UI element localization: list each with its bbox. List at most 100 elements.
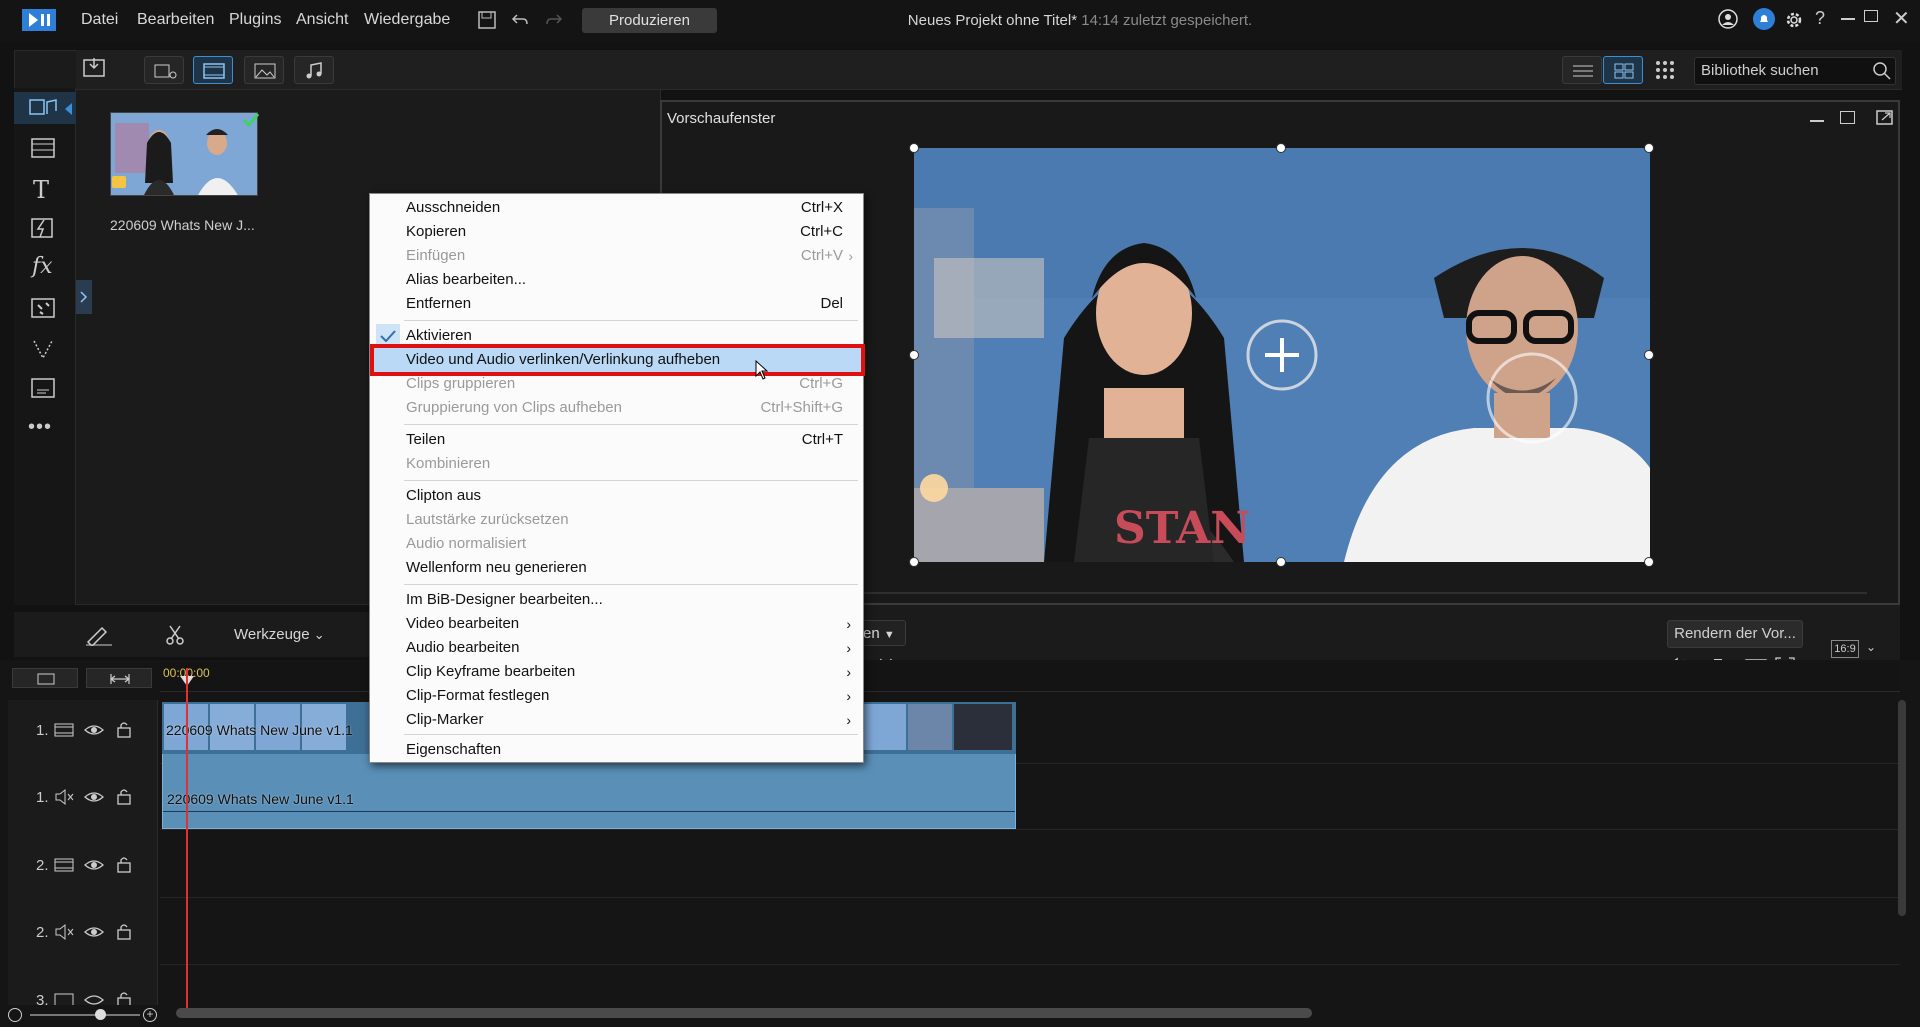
- menu-item-edit-video[interactable]: Video bearbeiten ›: [370, 612, 863, 636]
- fit-timeline-button[interactable]: [86, 668, 152, 688]
- transition-room-icon[interactable]: [28, 216, 58, 242]
- produce-button[interactable]: Produzieren: [582, 8, 717, 33]
- menu-item-combine[interactable]: Kombinieren: [370, 452, 863, 476]
- settings-gear-icon[interactable]: [1784, 10, 1804, 30]
- more-rooms-icon[interactable]: •••: [28, 416, 58, 442]
- zoom-slider-thumb[interactable]: [95, 1009, 106, 1020]
- resize-handle-bottom[interactable]: [1276, 557, 1286, 567]
- quality-dropdown[interactable]: en ▼: [858, 620, 906, 646]
- playhead-line[interactable]: [186, 668, 188, 1008]
- menu-item-regenerate-waveform[interactable]: Wellenform neu generieren: [370, 556, 863, 580]
- resize-handle-top[interactable]: [1276, 143, 1286, 153]
- track-lane[interactable]: [160, 832, 1900, 898]
- menu-wiedergabe[interactable]: Wiedergabe: [364, 11, 450, 29]
- filter-all-media-button[interactable]: [144, 56, 184, 84]
- redo-icon[interactable]: [545, 12, 563, 28]
- particle-room-icon[interactable]: [28, 336, 58, 362]
- eye-icon[interactable]: [84, 857, 104, 873]
- menu-plugins[interactable]: Plugins: [229, 11, 281, 29]
- zoom-out-icon[interactable]: [8, 1008, 22, 1022]
- aspect-ratio-badge[interactable]: 16:9: [1831, 640, 1859, 658]
- lock-icon[interactable]: [116, 990, 132, 1005]
- restore-icon[interactable]: [1864, 10, 1878, 22]
- menu-item-paste[interactable]: Einfügen Ctrl+V ›: [370, 244, 863, 268]
- menu-item-copy[interactable]: Kopieren Ctrl+C: [370, 220, 863, 244]
- menu-ansicht[interactable]: Ansicht: [296, 11, 348, 29]
- zoom-in-icon[interactable]: +: [143, 1008, 157, 1022]
- account-icon[interactable]: [1718, 9, 1738, 29]
- small-grid-icon[interactable]: [1655, 60, 1675, 80]
- split-scissors-icon[interactable]: [164, 624, 186, 646]
- import-media-icon[interactable]: [82, 56, 122, 84]
- minimize-icon[interactable]: [1841, 18, 1855, 20]
- menu-datei[interactable]: Datei: [81, 11, 118, 29]
- filter-audio-button[interactable]: [294, 56, 334, 84]
- subtitle-room-icon[interactable]: [28, 376, 58, 402]
- menu-item-normalize-audio[interactable]: Audio normalisiert: [370, 532, 863, 556]
- resize-handle-tl[interactable]: [909, 143, 919, 153]
- resize-handle-right[interactable]: [1644, 350, 1654, 360]
- menu-item-clip-keyframe[interactable]: Clip Keyframe bearbeiten ›: [370, 660, 863, 684]
- aspect-chevron-icon[interactable]: ⌄: [1866, 640, 1876, 654]
- resize-handle-left[interactable]: [909, 350, 919, 360]
- list-view-button[interactable]: [1562, 56, 1602, 84]
- menu-item-edit-audio[interactable]: Audio bearbeiten ›: [370, 636, 863, 660]
- template-room-icon[interactable]: [28, 136, 58, 162]
- menu-item-mute-clip[interactable]: Clipton aus: [370, 484, 863, 508]
- tools-dropdown[interactable]: Werkzeuge ⌄: [234, 626, 325, 643]
- save-icon[interactable]: [478, 11, 496, 29]
- menu-item-group-clips[interactable]: Clips gruppieren Ctrl+G: [370, 372, 863, 396]
- media-clip-label: 220609 Whats New J...: [110, 217, 255, 233]
- menu-bearbeiten[interactable]: Bearbeiten: [137, 11, 214, 29]
- video-frame[interactable]: STAN: [914, 148, 1650, 562]
- filter-image-button[interactable]: [244, 56, 284, 84]
- menu-item-reset-volume[interactable]: Lautstärke zurücksetzen: [370, 508, 863, 532]
- lock-icon[interactable]: [116, 720, 132, 738]
- preview-minimize-icon[interactable]: [1810, 120, 1824, 122]
- pip-room-icon[interactable]: [28, 296, 58, 322]
- resize-handle-bl[interactable]: [909, 557, 919, 567]
- lock-icon[interactable]: [116, 922, 132, 940]
- title-room-icon[interactable]: T: [28, 176, 58, 204]
- track-manager-button[interactable]: [12, 668, 78, 688]
- eye-icon[interactable]: [84, 789, 104, 805]
- preview-maximize-icon[interactable]: [1840, 111, 1855, 124]
- menu-item-cut[interactable]: Ausschneiden Ctrl+X: [370, 196, 863, 220]
- horizontal-scrollbar[interactable]: [176, 1008, 1312, 1018]
- preview-undock-icon[interactable]: [1876, 110, 1894, 126]
- help-icon[interactable]: ?: [1815, 8, 1825, 29]
- resize-handle-tr[interactable]: [1644, 143, 1654, 153]
- search-icon[interactable]: [1873, 62, 1891, 80]
- menu-item-pip-designer[interactable]: Im BiB-Designer bearbeiten...: [370, 588, 863, 612]
- menu-item-remove[interactable]: Entfernen Del: [370, 292, 863, 316]
- zoom-slider-track[interactable]: [30, 1014, 140, 1016]
- vertical-scrollbar[interactable]: [1898, 700, 1906, 916]
- close-icon[interactable]: ✕: [1893, 6, 1910, 31]
- expand-panel-toggle[interactable]: [76, 280, 92, 314]
- title-bar: Datei Bearbeiten Plugins Ansicht Wiederg…: [0, 0, 1920, 42]
- render-preview-button[interactable]: Rendern der Vor...: [1667, 620, 1803, 648]
- notification-icon[interactable]: [1753, 8, 1775, 30]
- eye-icon[interactable]: [84, 992, 104, 1005]
- eye-icon[interactable]: [84, 722, 104, 738]
- menu-item-split[interactable]: Teilen Ctrl+T: [370, 428, 863, 452]
- media-room-icon[interactable]: [28, 96, 58, 122]
- media-thumbnail[interactable]: [110, 112, 258, 196]
- filter-video-button[interactable]: [193, 56, 233, 84]
- menu-item-clip-marker[interactable]: Clip-Marker ›: [370, 708, 863, 732]
- undo-icon[interactable]: [511, 12, 529, 28]
- track-lane[interactable]: [160, 899, 1900, 965]
- menu-item-properties[interactable]: Eigenschaften: [370, 738, 863, 762]
- lock-icon[interactable]: [116, 787, 132, 805]
- library-search-input[interactable]: Bibliothek suchen: [1694, 57, 1896, 85]
- resize-handle-br[interactable]: [1644, 557, 1654, 567]
- lock-icon[interactable]: [116, 855, 132, 873]
- volume-line[interactable]: [163, 811, 1015, 812]
- menu-item-clip-format[interactable]: Clip-Format festlegen ›: [370, 684, 863, 708]
- grid-view-button[interactable]: [1603, 56, 1643, 84]
- edit-pencil-icon[interactable]: [84, 624, 114, 646]
- menu-item-ungroup-clips[interactable]: Gruppierung von Clips aufheben Ctrl+Shift…: [370, 396, 863, 420]
- eye-icon[interactable]: [84, 924, 104, 940]
- effect-room-icon[interactable]: fx: [28, 254, 58, 280]
- menu-item-alias[interactable]: Alias bearbeiten...: [370, 268, 863, 292]
